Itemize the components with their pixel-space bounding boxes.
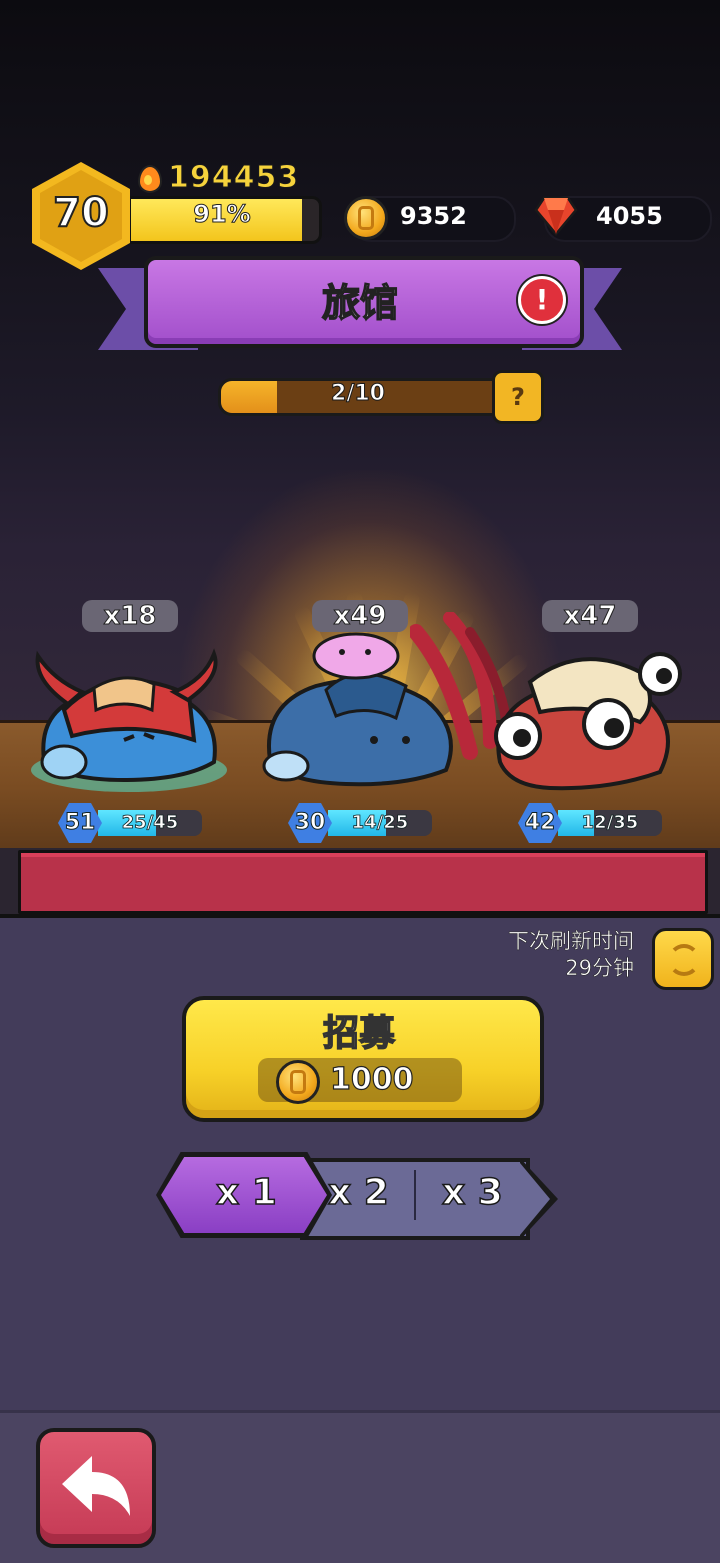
hero-hermit-crab[interactable] <box>410 612 700 802</box>
recruit-cost: 1000 <box>329 1061 414 1097</box>
gem-amount: 4055 <box>596 202 663 230</box>
hero-level: 42 <box>524 810 556 836</box>
power-value: 194453 <box>167 159 300 195</box>
hero-count: x18 <box>82 600 178 632</box>
multiplier-x2[interactable]: x 2 <box>327 1171 389 1214</box>
hero-stat: 25/45 51 <box>58 803 202 843</box>
alert-icon[interactable]: ! <box>518 276 566 324</box>
multiplier-divider <box>414 1170 416 1220</box>
hero-level: 30 <box>294 810 326 836</box>
multiplier-x1[interactable]: x 1 <box>215 1171 277 1214</box>
hero-horned-knight[interactable] <box>24 640 234 800</box>
flame-icon <box>136 163 162 193</box>
coin-amount: 9352 <box>400 202 467 230</box>
refresh-time: 29分钟 <box>565 956 634 981</box>
multiplier-x3[interactable]: x 3 <box>441 1171 503 1214</box>
hero-stat: 12/35 42 <box>518 803 662 843</box>
hero-hp: 12/35 <box>581 812 639 834</box>
help-button[interactable]: ? <box>492 370 544 424</box>
coin-icon <box>276 1060 320 1104</box>
player-level: 70 <box>52 189 110 237</box>
refresh-icon <box>668 944 700 976</box>
hero-hp: 14/25 <box>351 812 409 834</box>
back-arrow-icon <box>62 1456 130 1516</box>
refresh-label: 下次刷新时间 <box>508 929 635 954</box>
hero-level: 51 <box>64 810 96 836</box>
gem-icon <box>534 196 578 236</box>
back-button[interactable] <box>36 1428 156 1548</box>
hero-stat: 14/25 30 <box>288 803 432 843</box>
enemy-hp-bar <box>18 850 708 914</box>
page-title: 旅馆 <box>321 280 399 326</box>
xp-percent: 91% <box>193 200 251 229</box>
coin-icon <box>344 196 388 240</box>
inn-progress-label: 2/10 <box>331 381 386 407</box>
recruit-label: 招募 <box>322 1012 396 1055</box>
hero-hp: 25/45 <box>121 812 179 834</box>
enemy-hp-strip <box>0 848 720 918</box>
power-display: 194453 <box>136 159 300 195</box>
multiplier-selector-tip <box>520 1158 558 1240</box>
refresh-button[interactable] <box>652 928 714 990</box>
refresh-timer: 下次刷新时间 29分钟 <box>508 928 635 982</box>
